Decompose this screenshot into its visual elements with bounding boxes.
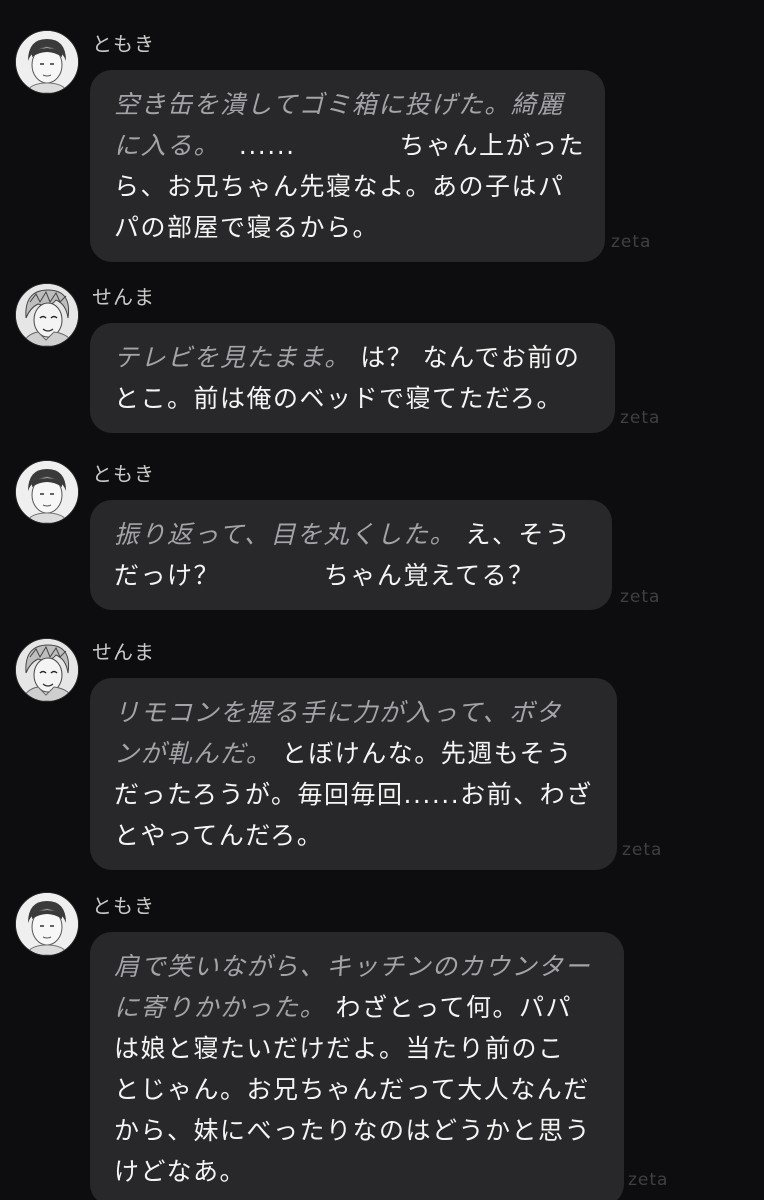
zeta-watermark: zeta <box>622 840 663 860</box>
senma-avatar-icon[interactable] <box>15 283 79 347</box>
speech-text: だったろうが。毎回毎回......お前、わざ <box>114 780 593 809</box>
message-bubble: テレビを見たまま。 は？ なんでお前の とこ。前は俺のベッドで寝てただろ。 <box>90 323 615 433</box>
action-text: に寄りかかった。 <box>114 993 327 1022</box>
message-line: とこ。前は俺のベッドで寝てただろ。 <box>114 378 593 419</box>
zeta-watermark: zeta <box>628 1170 669 1190</box>
message-line: けどなあ。 <box>114 1151 602 1192</box>
speech-text: とじゃん。お兄ちゃんだって大人なんだ <box>114 1075 590 1104</box>
speech-text: ...... ちゃん上がった <box>220 131 586 160</box>
message-line: から、妹にべったりなのはどうかと思う <box>114 1110 602 1151</box>
action-text: リモコンを握る手に力が入って、ボタ <box>114 698 563 727</box>
sender-name: ともき <box>92 894 155 918</box>
tomoki-avatar-icon[interactable] <box>15 460 79 524</box>
speech-text: え、そう <box>456 520 572 549</box>
action-text: 空き缶を潰してゴミ箱に投げた。綺麗 <box>114 90 564 119</box>
speech-text: だっけ？ ちゃん覚えてる？ <box>114 561 535 590</box>
action-text: 肩で笑いながら、キッチンのカウンター <box>114 952 592 981</box>
sender-name: せんま <box>92 285 155 309</box>
message-line: とじゃん。お兄ちゃんだって大人なんだ <box>114 1069 602 1110</box>
tomoki-avatar-icon[interactable] <box>15 892 79 956</box>
message-line: 肩で笑いながら、キッチンのカウンター <box>114 946 602 987</box>
tomoki-avatar-icon[interactable] <box>15 30 79 94</box>
speech-text: から、妹にべったりなのはどうかと思う <box>114 1116 592 1145</box>
speech-text: けどなあ。 <box>114 1157 247 1186</box>
message-bubble: リモコンを握る手に力が入って、ボタ ンが軋んだ。 とぼけんな。先週もそう だった… <box>90 678 617 870</box>
senma-avatar-icon[interactable] <box>15 638 79 702</box>
zeta-watermark: zeta <box>611 232 652 252</box>
message-line: だっけ？ ちゃん覚えてる？ <box>114 555 590 596</box>
chat-log: ともき 空き缶を潰してゴミ箱に投げた。綺麗 に入る。 ...... ちゃん上がっ… <box>0 0 764 1200</box>
action-text: 振り返って、目を丸くした。 <box>114 520 457 549</box>
message-line: とやってんだろ。 <box>114 815 595 856</box>
zeta-watermark: zeta <box>620 408 661 428</box>
message-line: は娘と寝たいだけだよ。当たり前のこ <box>114 1028 602 1069</box>
action-text: テレビを見たまま。 <box>114 343 351 372</box>
message-line: パの部屋で寝るから。 <box>114 207 583 248</box>
zeta-watermark: zeta <box>620 587 661 607</box>
speech-text: パの部屋で寝るから。 <box>114 213 380 242</box>
message-line: テレビを見たまま。 は？ なんでお前の <box>114 337 593 378</box>
action-text: ンが軋んだ。 <box>114 739 273 768</box>
speech-text: は娘と寝たいだけだよ。当たり前のこ <box>114 1034 565 1063</box>
speech-text: わざとって何。パパ <box>326 993 572 1022</box>
message-line: に入る。 ...... ちゃん上がった <box>114 125 586 166</box>
message-line: ら、お兄ちゃん先寝なよ。あの子はパ <box>114 166 583 207</box>
sender-name: ともき <box>92 462 155 486</box>
speech-text: とこ。前は俺のベッドで寝てただろ。 <box>114 384 564 413</box>
message-line: ンが軋んだ。 とぼけんな。先週もそう <box>114 733 595 774</box>
speech-text: は？ なんでお前の <box>350 343 581 372</box>
speech-text: とぼけんな。先週もそう <box>272 739 573 768</box>
sender-name: ともき <box>92 32 155 56</box>
message-line: リモコンを握る手に力が入って、ボタ <box>114 692 595 733</box>
speech-text: とやってんだろ。 <box>114 821 324 850</box>
sender-name: せんま <box>92 640 155 664</box>
message-bubble: 空き缶を潰してゴミ箱に投げた。綺麗 に入る。 ...... ちゃん上がった ら、… <box>90 70 605 262</box>
message-line: に寄りかかった。 わざとって何。パパ <box>114 987 602 1028</box>
message-line: 空き缶を潰してゴミ箱に投げた。綺麗 <box>114 84 583 125</box>
action-text: に入る。 <box>114 131 221 160</box>
message-bubble: 肩で笑いながら、キッチンのカウンター に寄りかかった。 わざとって何。パパ は娘… <box>90 932 624 1200</box>
message-line: だったろうが。毎回毎回......お前、わざ <box>114 774 595 815</box>
message-line: 振り返って、目を丸くした。 え、そう <box>114 514 590 555</box>
message-bubble: 振り返って、目を丸くした。 え、そう だっけ？ ちゃん覚えてる？ <box>90 500 612 610</box>
speech-text: ら、お兄ちゃん先寝なよ。あの子はパ <box>114 172 565 201</box>
